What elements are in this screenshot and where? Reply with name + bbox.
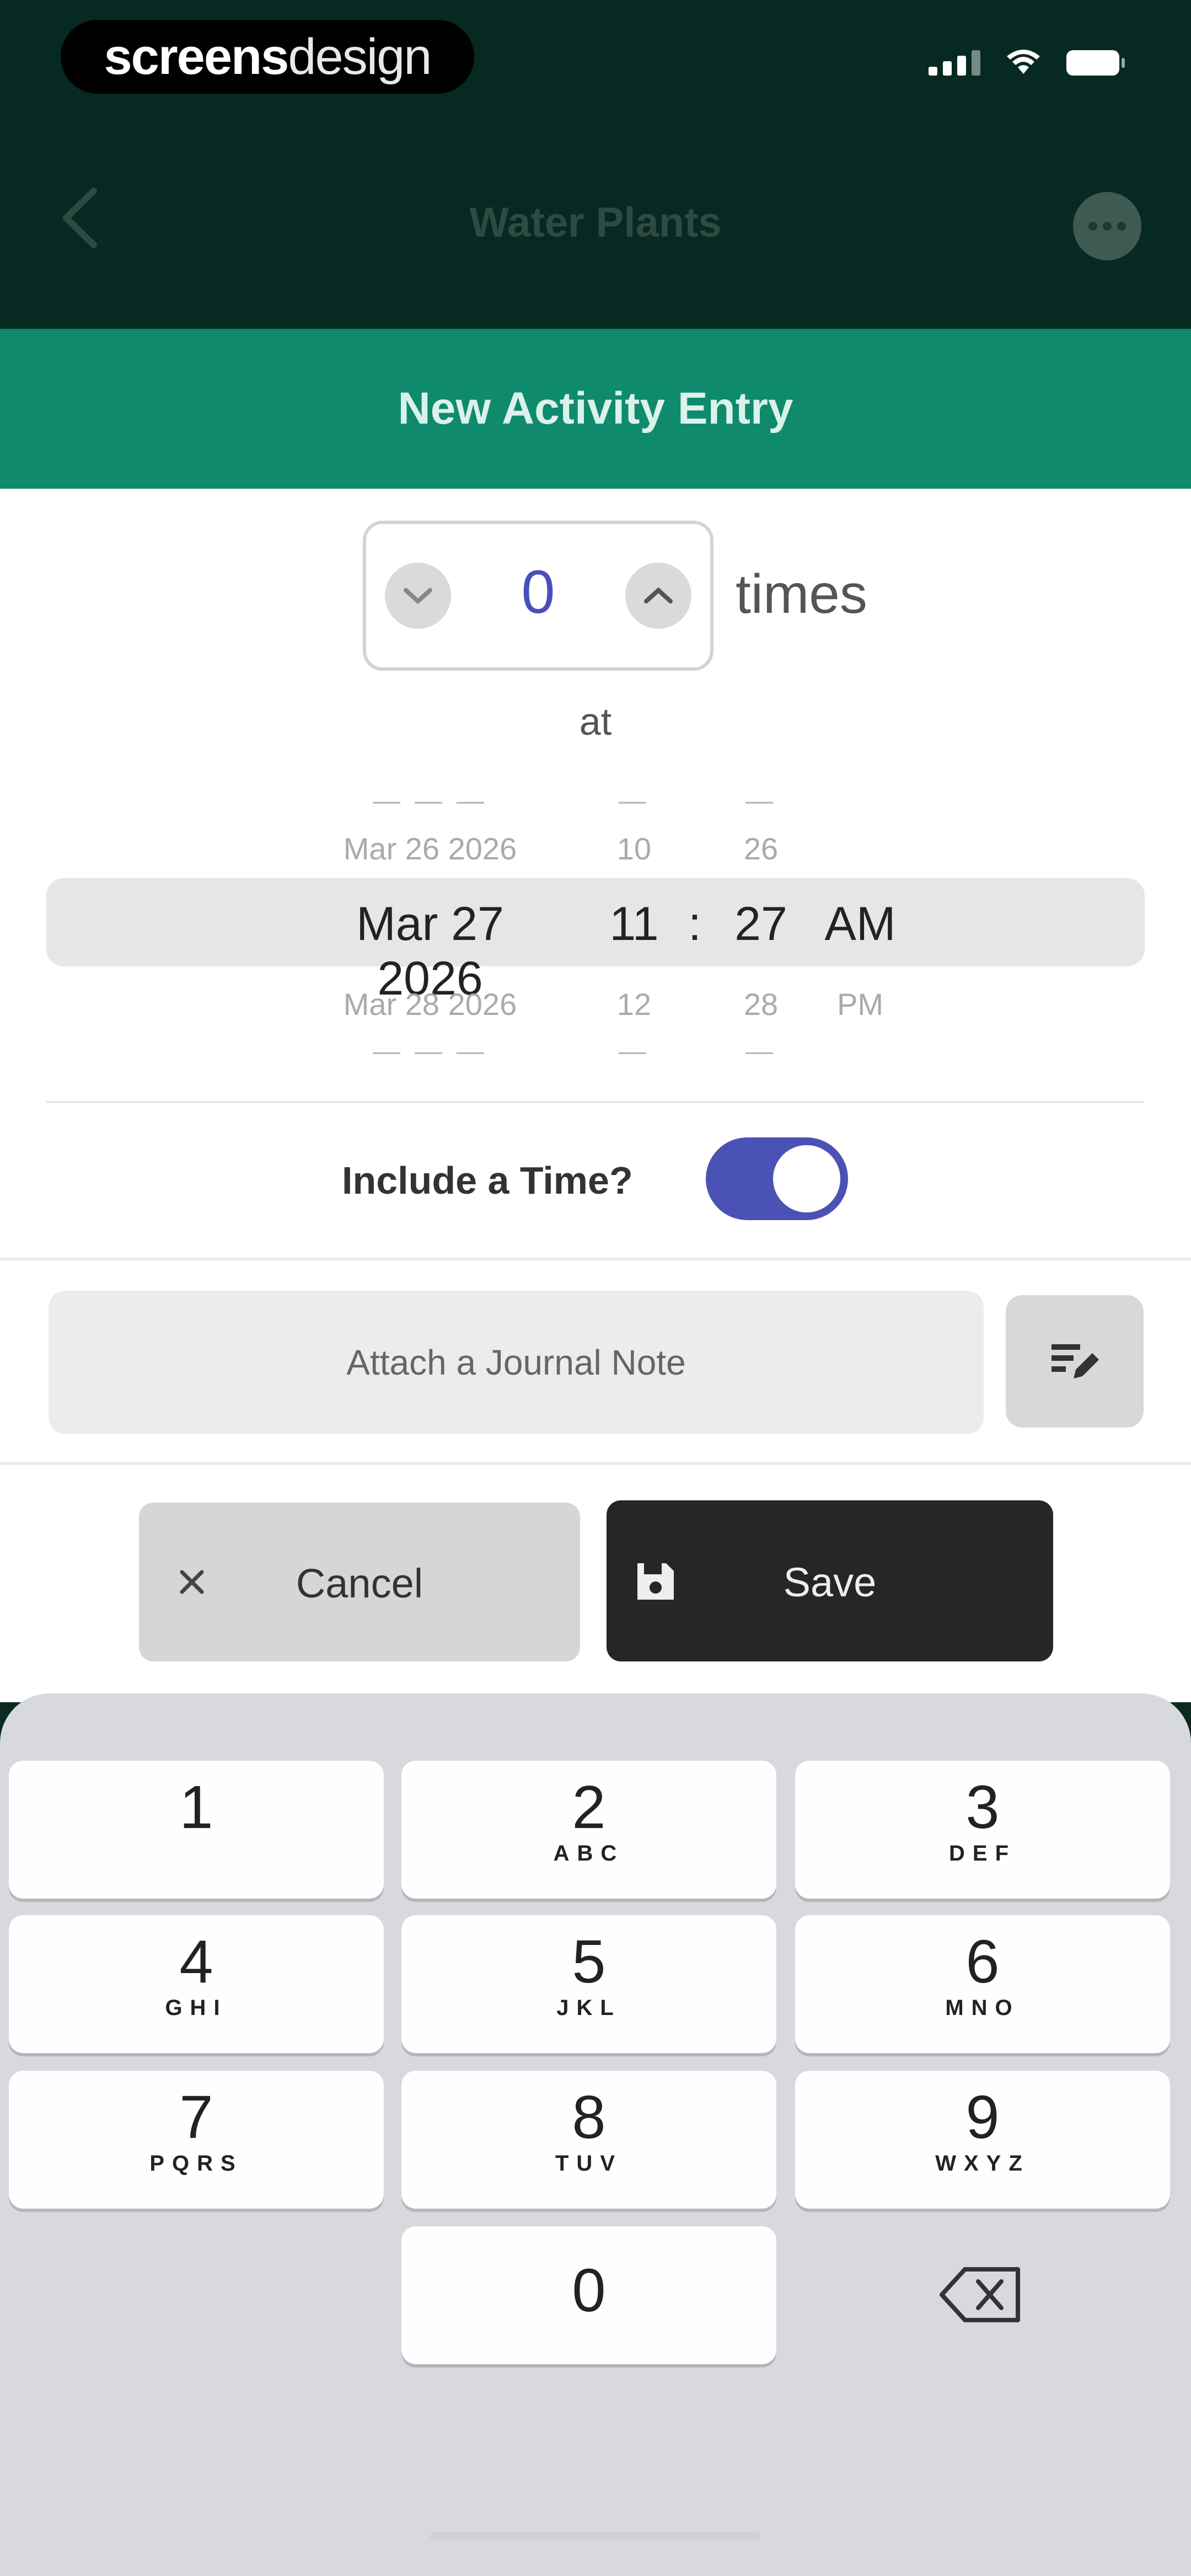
key-number: 4 (179, 1928, 213, 1996)
attach-journal-note-button[interactable]: Attach a Journal Note (49, 1291, 984, 1434)
picker-minute[interactable]: 26 (717, 831, 805, 867)
picker-date[interactable]: Mar 26 2026 (298, 831, 562, 867)
include-time-toggle[interactable] (706, 1137, 848, 1220)
key-9[interactable]: 9 WXYZ (795, 2071, 1170, 2209)
key-number: 5 (572, 1928, 606, 1996)
divider (0, 1462, 1191, 1465)
key-0[interactable]: 0 (401, 2226, 776, 2364)
key-number: 7 (179, 2083, 213, 2151)
times-label: times (736, 563, 867, 625)
include-time-label: Include a Time? (342, 1159, 633, 1202)
key-letters: DEF (949, 1841, 1016, 1866)
key-letters: WXYZ (935, 2151, 1030, 2176)
edit-note-icon (1051, 1344, 1099, 1378)
divider (0, 1258, 1191, 1261)
picker-hour[interactable]: 12 (590, 986, 678, 1022)
key-1[interactable]: 1 (9, 1761, 384, 1899)
numeric-keypad: 1 2 ABC 3 DEF 4 GHI 5 JKL 6 MNO 7 PQRS 8 (0, 1693, 1191, 2576)
picker-date[interactable]: — — — (298, 1035, 562, 1067)
key-number: 1 (179, 1773, 213, 1841)
key-letters: PQRS (149, 2151, 243, 2176)
sheet-title: New Activity Entry (0, 329, 1191, 489)
at-label: at (579, 700, 612, 743)
picker-minute[interactable]: — (717, 1035, 805, 1067)
key-number: 6 (965, 1928, 1000, 1996)
chevron-up-icon (644, 587, 673, 603)
key-letters: GHI (165, 1996, 228, 2020)
screen: screens design Water Plants New Activity … (0, 0, 1191, 2576)
key-number: 2 (572, 1773, 606, 1841)
key-8[interactable]: 8 TUV (401, 2071, 776, 2209)
key-letters: TUV (555, 2151, 623, 2176)
battery-icon (1066, 50, 1125, 76)
increment-button[interactable] (625, 563, 691, 629)
picker-minute[interactable]: 28 (717, 986, 805, 1022)
key-letters: ABC (553, 1841, 625, 1866)
count-stepper[interactable]: 0 (363, 521, 713, 671)
key-number: 9 (965, 2083, 1000, 2151)
dot-icon (1117, 222, 1126, 231)
dot-icon (1103, 222, 1112, 231)
nav-title: Water Plants (469, 199, 722, 246)
picker-date[interactable]: Mar 28 2026 (298, 986, 562, 1022)
brand-part-light: design (288, 28, 432, 85)
picker-row[interactable]: Mar 26 2026 10 26 (0, 831, 1191, 875)
picker-hour[interactable]: 10 (590, 831, 678, 867)
wifi-icon (1007, 50, 1040, 74)
save-label: Save (783, 1559, 877, 1605)
brand-watermark: screens design (61, 20, 474, 94)
picker-row[interactable]: Mar 28 2026 12 28 PM (0, 986, 1191, 1030)
edit-note-button[interactable] (1006, 1295, 1144, 1428)
picker-row[interactable]: — — — — — (0, 784, 1191, 829)
key-number: 0 (572, 2257, 606, 2324)
picker-row[interactable]: — — — — — (0, 1035, 1191, 1079)
key-number: 3 (965, 1773, 1000, 1841)
picker-period-selected[interactable]: AM (805, 897, 915, 952)
key-6[interactable]: 6 MNO (795, 1915, 1170, 2053)
key-4[interactable]: 4 GHI (9, 1915, 384, 2053)
divider (46, 1101, 1145, 1103)
key-3[interactable]: 3 DEF (795, 1761, 1170, 1899)
key-letters: MNO (945, 1996, 1020, 2020)
picker-date[interactable]: — — — (298, 784, 562, 816)
key-5[interactable]: 5 JKL (401, 1915, 776, 2053)
key-7[interactable]: 7 PQRS (9, 2071, 384, 2209)
top-bar: screens design Water Plants (0, 0, 1191, 342)
picker-minute[interactable]: — (717, 784, 805, 816)
backspace-icon[interactable] (937, 2262, 1026, 2328)
dot-icon (1088, 222, 1097, 231)
picker-hour[interactable]: — (590, 1035, 678, 1067)
more-options-button[interactable] (1073, 192, 1141, 260)
picker-row-selected[interactable]: Mar 27 2026 11 : 27 AM (0, 897, 1191, 1005)
key-letters: JKL (556, 1996, 621, 2020)
picker-period[interactable]: PM (805, 986, 915, 1022)
journal-note-label: Attach a Journal Note (346, 1343, 686, 1382)
cancel-button[interactable]: Cancel (139, 1503, 580, 1661)
save-button[interactable]: Save (607, 1500, 1053, 1661)
toggle-knob (773, 1145, 840, 1212)
key-2[interactable]: 2 ABC (401, 1761, 776, 1899)
status-bar-icons (929, 50, 1125, 76)
picker-hour[interactable]: — (590, 784, 678, 816)
picker-time-separator: : (688, 897, 701, 950)
key-number: 8 (572, 2083, 606, 2151)
picker-minute-selected[interactable]: 27 (717, 897, 805, 952)
picker-hour-selected[interactable]: 11 (590, 897, 678, 952)
cancel-label: Cancel (296, 1560, 423, 1606)
cellular-signal-icon (929, 50, 980, 76)
home-indicator (430, 2532, 761, 2541)
brand-part-bold: screens (104, 28, 289, 85)
